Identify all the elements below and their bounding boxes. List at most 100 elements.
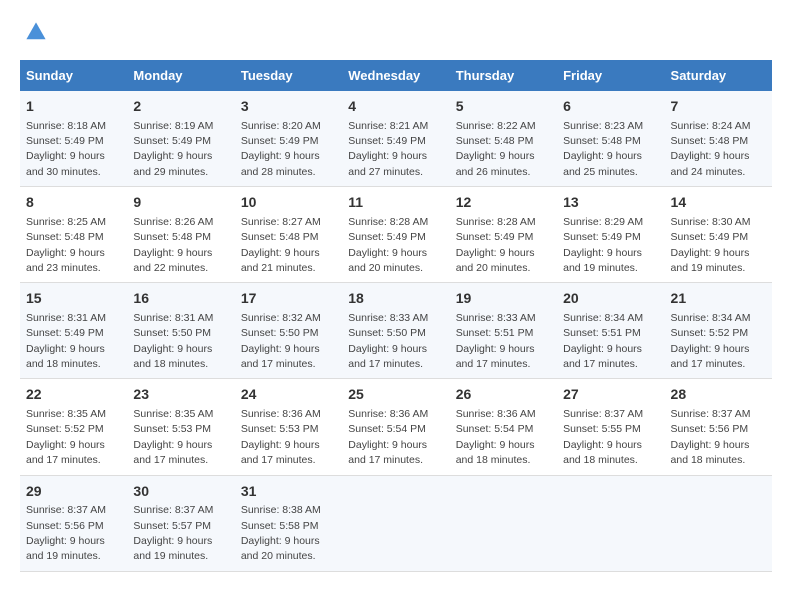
calendar-cell: 26 Sunrise: 8:36 AM Sunset: 5:54 PM Dayli… xyxy=(450,379,557,475)
day-info: Sunrise: 8:36 AM Sunset: 5:53 PM Dayligh… xyxy=(241,408,321,466)
day-info: Sunrise: 8:37 AM Sunset: 5:57 PM Dayligh… xyxy=(133,504,213,562)
calendar-cell xyxy=(342,475,449,571)
day-info: Sunrise: 8:36 AM Sunset: 5:54 PM Dayligh… xyxy=(456,408,536,466)
weekday-header-tuesday: Tuesday xyxy=(235,60,342,91)
calendar-cell: 12Sunrise: 8:28 AM Sunset: 5:49 PM Dayli… xyxy=(450,187,557,283)
day-info: Sunrise: 8:24 AM Sunset: 5:48 PM Dayligh… xyxy=(671,120,751,178)
day-number: 18 xyxy=(348,289,443,309)
calendar-body: 1 Sunrise: 8:18 AM Sunset: 5:49 PM Daylig… xyxy=(20,91,772,571)
calendar-week-row: 1 Sunrise: 8:18 AM Sunset: 5:49 PM Daylig… xyxy=(20,91,772,187)
day-number: 3 xyxy=(241,97,336,117)
weekday-header-monday: Monday xyxy=(127,60,234,91)
day-info: Sunrise: 8:37 AM Sunset: 5:56 PM Dayligh… xyxy=(26,504,106,562)
day-info: Sunrise: 8:38 AM Sunset: 5:58 PM Dayligh… xyxy=(241,504,321,562)
calendar-cell: 19 Sunrise: 8:33 AM Sunset: 5:51 PM Dayli… xyxy=(450,283,557,379)
calendar-cell: 3 Sunrise: 8:20 AM Sunset: 5:49 PM Daylig… xyxy=(235,91,342,187)
day-info: Sunrise: 8:30 AM Sunset: 5:49 PM Dayligh… xyxy=(671,216,751,274)
day-number: 8 xyxy=(26,193,121,213)
calendar-cell: 9 Sunrise: 8:26 AM Sunset: 5:48 PM Daylig… xyxy=(127,187,234,283)
logo xyxy=(20,20,52,44)
day-number: 4 xyxy=(348,97,443,117)
calendar-week-row: 8 Sunrise: 8:25 AM Sunset: 5:48 PM Daylig… xyxy=(20,187,772,283)
day-number: 29 xyxy=(26,482,121,502)
day-number: 14 xyxy=(671,193,766,213)
day-info: Sunrise: 8:21 AM Sunset: 5:49 PM Dayligh… xyxy=(348,120,428,178)
day-info: Sunrise: 8:35 AM Sunset: 5:52 PM Dayligh… xyxy=(26,408,106,466)
day-info: Sunrise: 8:34 AM Sunset: 5:52 PM Dayligh… xyxy=(671,312,751,370)
day-info: Sunrise: 8:37 AM Sunset: 5:56 PM Dayligh… xyxy=(671,408,751,466)
day-info: Sunrise: 8:26 AM Sunset: 5:48 PM Dayligh… xyxy=(133,216,213,274)
day-number: 15 xyxy=(26,289,121,309)
day-info: Sunrise: 8:36 AM Sunset: 5:54 PM Dayligh… xyxy=(348,408,428,466)
weekday-header-friday: Friday xyxy=(557,60,664,91)
day-number: 7 xyxy=(671,97,766,117)
calendar-header: SundayMondayTuesdayWednesdayThursdayFrid… xyxy=(20,60,772,91)
calendar-week-row: 22 Sunrise: 8:35 AM Sunset: 5:52 PM Dayli… xyxy=(20,379,772,475)
day-info: Sunrise: 8:27 AM Sunset: 5:48 PM Dayligh… xyxy=(241,216,321,274)
calendar-cell: 15 Sunrise: 8:31 AM Sunset: 5:49 PM Dayli… xyxy=(20,283,127,379)
day-number: 5 xyxy=(456,97,551,117)
calendar-cell: 30Sunrise: 8:37 AM Sunset: 5:57 PM Dayli… xyxy=(127,475,234,571)
day-info: Sunrise: 8:25 AM Sunset: 5:48 PM Dayligh… xyxy=(26,216,106,274)
calendar-cell xyxy=(450,475,557,571)
day-number: 28 xyxy=(671,385,766,405)
calendar-cell: 1 Sunrise: 8:18 AM Sunset: 5:49 PM Daylig… xyxy=(20,91,127,187)
calendar-cell: 27 Sunrise: 8:37 AM Sunset: 5:55 PM Dayli… xyxy=(557,379,664,475)
day-number: 1 xyxy=(26,97,121,117)
calendar-cell: 25Sunrise: 8:36 AM Sunset: 5:54 PM Dayli… xyxy=(342,379,449,475)
calendar-cell: 22 Sunrise: 8:35 AM Sunset: 5:52 PM Dayli… xyxy=(20,379,127,475)
day-info: Sunrise: 8:20 AM Sunset: 5:49 PM Dayligh… xyxy=(241,120,321,178)
weekday-header-wednesday: Wednesday xyxy=(342,60,449,91)
day-number: 31 xyxy=(241,482,336,502)
day-info: Sunrise: 8:33 AM Sunset: 5:51 PM Dayligh… xyxy=(456,312,536,370)
day-number: 11 xyxy=(348,193,443,213)
day-number: 19 xyxy=(456,289,551,309)
calendar-cell: 16Sunrise: 8:31 AM Sunset: 5:50 PM Dayli… xyxy=(127,283,234,379)
calendar-cell: 18 Sunrise: 8:33 AM Sunset: 5:50 PM Dayli… xyxy=(342,283,449,379)
calendar-cell: 13 Sunrise: 8:29 AM Sunset: 5:49 PM Dayli… xyxy=(557,187,664,283)
day-number: 20 xyxy=(563,289,658,309)
day-info: Sunrise: 8:18 AM Sunset: 5:49 PM Dayligh… xyxy=(26,120,106,178)
calendar-cell: 2 Sunrise: 8:19 AM Sunset: 5:49 PM Daylig… xyxy=(127,91,234,187)
day-number: 6 xyxy=(563,97,658,117)
day-number: 12 xyxy=(456,193,551,213)
calendar-cell: 6Sunrise: 8:23 AM Sunset: 5:48 PM Daylig… xyxy=(557,91,664,187)
day-number: 27 xyxy=(563,385,658,405)
weekday-header-saturday: Saturday xyxy=(665,60,772,91)
day-number: 26 xyxy=(456,385,551,405)
day-number: 23 xyxy=(133,385,228,405)
weekday-header-row: SundayMondayTuesdayWednesdayThursdayFrid… xyxy=(20,60,772,91)
calendar-cell: 17Sunrise: 8:32 AM Sunset: 5:50 PM Dayli… xyxy=(235,283,342,379)
calendar-cell xyxy=(665,475,772,571)
calendar-cell: 7 Sunrise: 8:24 AM Sunset: 5:48 PM Daylig… xyxy=(665,91,772,187)
calendar-cell: 20 Sunrise: 8:34 AM Sunset: 5:51 PM Dayli… xyxy=(557,283,664,379)
calendar-cell: 11 Sunrise: 8:28 AM Sunset: 5:49 PM Dayli… xyxy=(342,187,449,283)
calendar-cell: 4 Sunrise: 8:21 AM Sunset: 5:49 PM Daylig… xyxy=(342,91,449,187)
day-number: 16 xyxy=(133,289,228,309)
calendar-cell: 10Sunrise: 8:27 AM Sunset: 5:48 PM Dayli… xyxy=(235,187,342,283)
day-info: Sunrise: 8:34 AM Sunset: 5:51 PM Dayligh… xyxy=(563,312,643,370)
weekday-header-thursday: Thursday xyxy=(450,60,557,91)
calendar-cell: 28 Sunrise: 8:37 AM Sunset: 5:56 PM Dayli… xyxy=(665,379,772,475)
day-number: 9 xyxy=(133,193,228,213)
calendar-cell: 24Sunrise: 8:36 AM Sunset: 5:53 PM Dayli… xyxy=(235,379,342,475)
calendar-week-row: 29Sunrise: 8:37 AM Sunset: 5:56 PM Dayli… xyxy=(20,475,772,571)
day-number: 30 xyxy=(133,482,228,502)
day-info: Sunrise: 8:31 AM Sunset: 5:49 PM Dayligh… xyxy=(26,312,106,370)
day-info: Sunrise: 8:35 AM Sunset: 5:53 PM Dayligh… xyxy=(133,408,213,466)
calendar-table: SundayMondayTuesdayWednesdayThursdayFrid… xyxy=(20,60,772,572)
day-info: Sunrise: 8:33 AM Sunset: 5:50 PM Dayligh… xyxy=(348,312,428,370)
weekday-header-sunday: Sunday xyxy=(20,60,127,91)
day-info: Sunrise: 8:22 AM Sunset: 5:48 PM Dayligh… xyxy=(456,120,536,178)
day-number: 2 xyxy=(133,97,228,117)
day-info: Sunrise: 8:28 AM Sunset: 5:49 PM Dayligh… xyxy=(348,216,428,274)
calendar-cell: 5 Sunrise: 8:22 AM Sunset: 5:48 PM Daylig… xyxy=(450,91,557,187)
day-info: Sunrise: 8:29 AM Sunset: 5:49 PM Dayligh… xyxy=(563,216,643,274)
day-number: 13 xyxy=(563,193,658,213)
day-number: 22 xyxy=(26,385,121,405)
logo-icon xyxy=(24,20,48,44)
calendar-cell: 31Sunrise: 8:38 AM Sunset: 5:58 PM Dayli… xyxy=(235,475,342,571)
day-info: Sunrise: 8:19 AM Sunset: 5:49 PM Dayligh… xyxy=(133,120,213,178)
day-info: Sunrise: 8:37 AM Sunset: 5:55 PM Dayligh… xyxy=(563,408,643,466)
calendar-week-row: 15 Sunrise: 8:31 AM Sunset: 5:49 PM Dayli… xyxy=(20,283,772,379)
